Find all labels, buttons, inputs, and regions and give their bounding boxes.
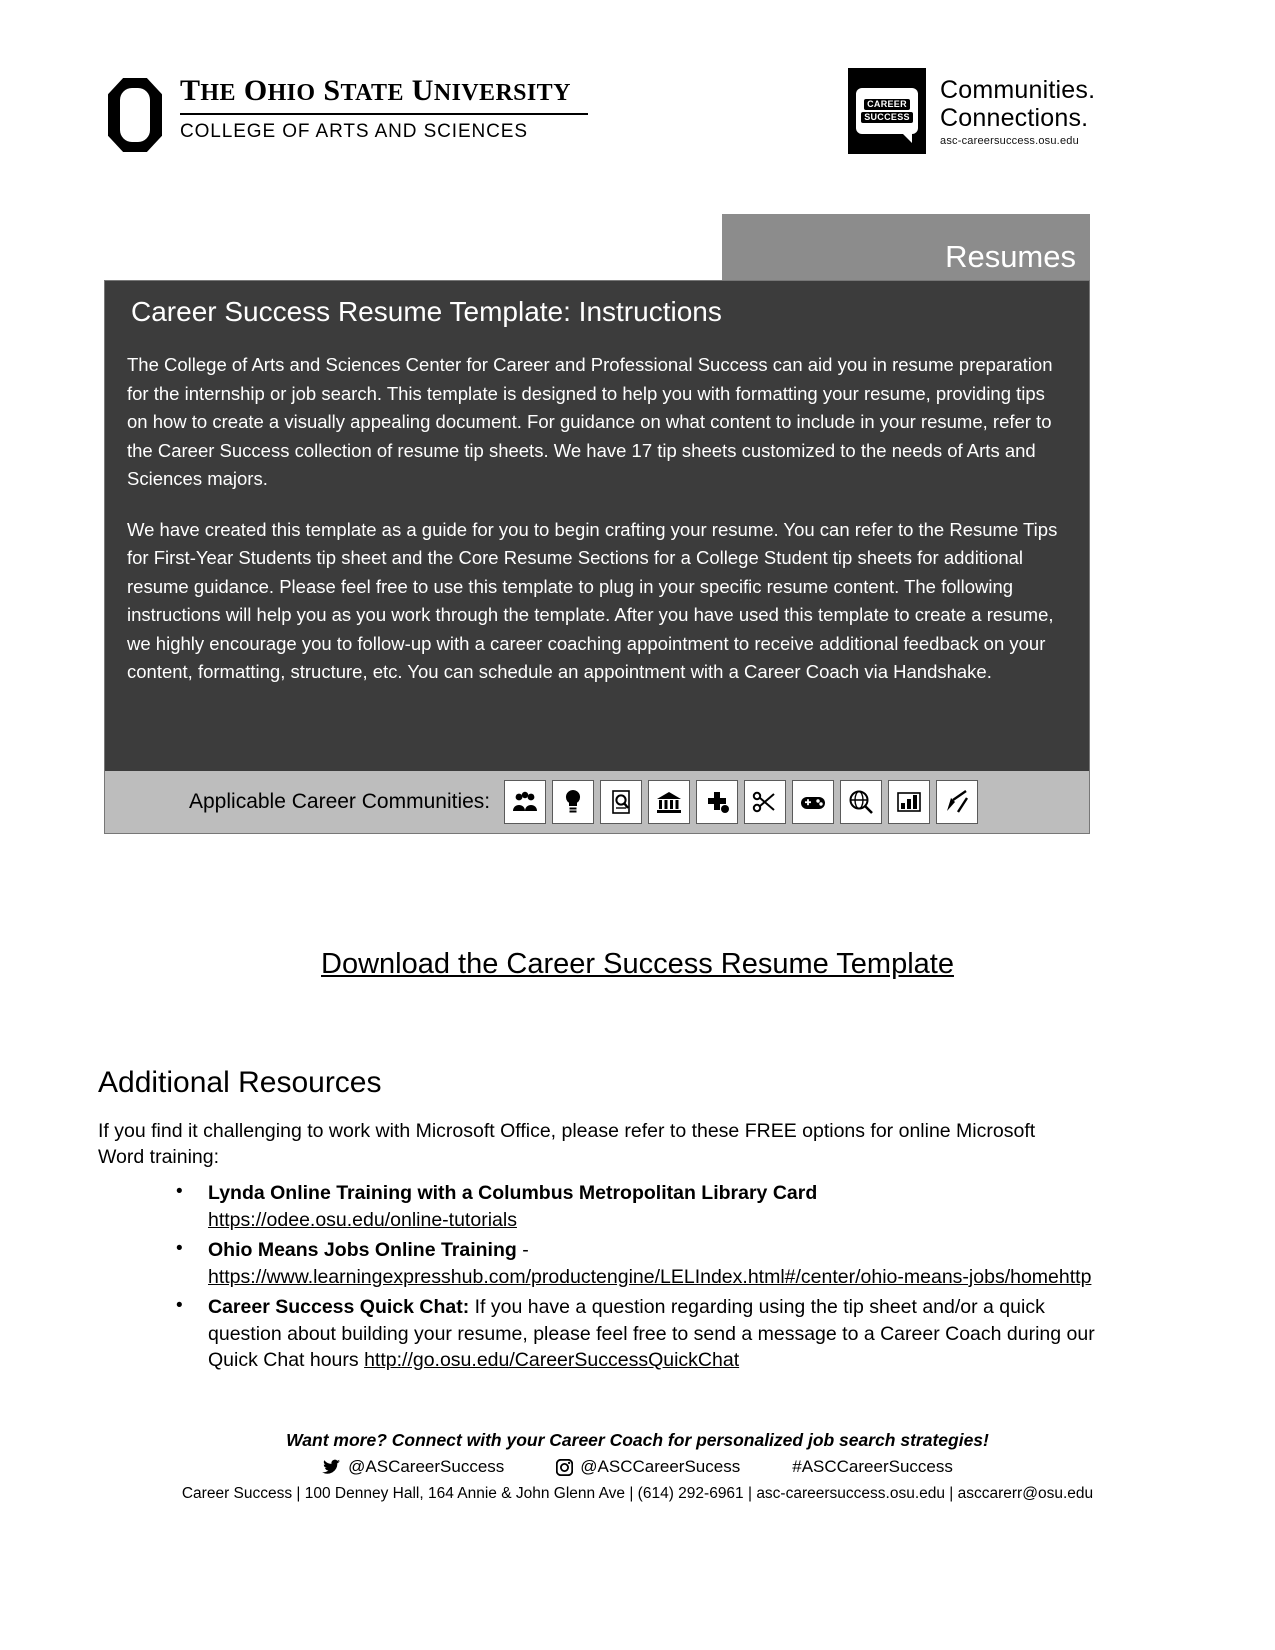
- instructions-body: The College of Arts and Sciences Center …: [127, 351, 1067, 709]
- resource-title: Ohio Means Jobs Online Training: [208, 1239, 517, 1261]
- instagram-icon: [556, 1458, 574, 1476]
- additional-resources-list: Lynda Online Training with a Columbus Me…: [98, 1179, 1118, 1378]
- twitter-handle: @ASCareerSuccess: [348, 1457, 505, 1476]
- tagline-url: asc-careersuccess.osu.edu: [940, 135, 1079, 147]
- career-communities-label: Applicable Career Communities:: [189, 790, 491, 813]
- resource-suffix: -: [516, 1239, 529, 1261]
- bank-building-icon[interactable]: [648, 780, 691, 824]
- tagline-line-2: Connections.: [940, 104, 1089, 132]
- section-tab-label: Resumes: [945, 239, 1076, 274]
- magnifier-document-icon[interactable]: [600, 780, 643, 824]
- document-page: THE OHIO STATE UNIVERSITY COLLEGE OF ART…: [0, 0, 1275, 1650]
- tagline-line-1: Communities.: [940, 76, 1096, 104]
- section-tab-resumes: Resumes: [722, 214, 1090, 280]
- instagram-handle: @ASCCareerSucess: [580, 1457, 741, 1476]
- resource-link[interactable]: http://go.osu.edu/CareerSuccessQuickChat: [364, 1349, 739, 1371]
- download-template-row: Download the Career Success Resume Templ…: [0, 948, 1275, 981]
- osu-block-o-logo-icon: [108, 78, 162, 152]
- footer-address: Career Success | 100 Denney Hall, 164 An…: [181, 1485, 1094, 1502]
- page-header: THE OHIO STATE UNIVERSITY COLLEGE OF ART…: [0, 62, 1275, 172]
- instructions-paragraph-2: We have created this template as a guide…: [127, 518, 1058, 683]
- college-name: COLLEGE OF ARTS AND SCIENCES: [180, 121, 528, 142]
- instructions-paragraph-1: The College of Arts and Sciences Center …: [127, 354, 1053, 489]
- career-communities-bar: Applicable Career Communities:: [105, 771, 1089, 833]
- university-name: THE OHIO STATE UNIVERSITY: [180, 74, 571, 107]
- footer-hashtag: #ASCCareerSuccess: [792, 1457, 953, 1476]
- header-divider: [180, 113, 588, 115]
- list-item: Lynda Online Training with a Columbus Me…: [98, 1179, 1118, 1233]
- twitter-icon: [322, 1459, 341, 1475]
- career-success-logo-line2: SUCCESS: [861, 112, 913, 123]
- game-controller-icon[interactable]: [792, 780, 835, 824]
- people-group-icon[interactable]: [504, 780, 547, 824]
- globe-magnifier-icon[interactable]: [840, 780, 883, 824]
- footer-social-row: @ASCareerSuccess @ASCCareerSucess #ASCCa…: [0, 1457, 1275, 1477]
- osu-brand-lockup: THE OHIO STATE UNIVERSITY COLLEGE OF ART…: [108, 72, 588, 152]
- list-item: Career Success Quick Chat: If you have a…: [98, 1293, 1118, 1374]
- career-success-logo-icon: CAREER SUCCESS: [848, 68, 926, 154]
- resource-link[interactable]: https://odee.osu.edu/online-tutorials: [208, 1209, 517, 1231]
- additional-resources-intro: If you find it challenging to work with …: [98, 1120, 1036, 1168]
- page-footer: Want more? Connect with your Career Coac…: [0, 1428, 1275, 1504]
- download-template-link[interactable]: Download the Career Success Resume Templ…: [321, 948, 954, 980]
- career-success-brand-lockup: CAREER SUCCESS Communities. Connections.…: [848, 68, 1095, 154]
- career-communities-icon-row: [504, 780, 984, 824]
- resource-link[interactable]: https://www.learningexpresshub.com/produ…: [208, 1266, 1091, 1288]
- resource-title: Lynda Online Training with a Columbus Me…: [208, 1182, 818, 1204]
- medical-cross-icon[interactable]: [696, 780, 739, 824]
- instructions-card: Career Success Resume Template: Instruct…: [104, 280, 1090, 834]
- paintbrush-pencil-icon[interactable]: [936, 780, 979, 824]
- list-item: Ohio Means Jobs Online Training - https:…: [98, 1236, 1118, 1290]
- additional-resources-heading: Additional Resources: [98, 1066, 382, 1099]
- career-success-logo-line1: CAREER: [864, 99, 910, 110]
- lightbulb-icon[interactable]: [552, 780, 595, 824]
- instructions-title: Career Success Resume Template: Instruct…: [131, 296, 722, 327]
- chart-growth-icon[interactable]: [888, 780, 931, 824]
- footer-tagline: Want more? Connect with your Career Coac…: [286, 1430, 989, 1450]
- scissors-palette-icon[interactable]: [744, 780, 787, 824]
- resource-title: Career Success Quick Chat:: [208, 1296, 470, 1318]
